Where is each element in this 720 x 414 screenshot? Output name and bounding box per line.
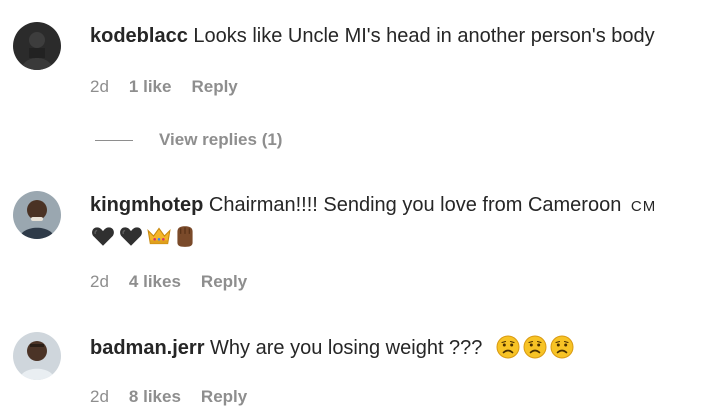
avatar[interactable] [13, 191, 61, 239]
comment-body: badman.jerr Why are you losing weight ??… [90, 334, 712, 362]
raised-fist-emoji [177, 226, 193, 247]
avatar-photo-icon [13, 191, 61, 239]
sad-face-emoji [523, 335, 547, 359]
comment-likes[interactable]: 8 likes [129, 387, 181, 406]
view-replies-button[interactable]: View replies (1) [95, 130, 282, 150]
replies-divider [95, 139, 133, 141]
cameroon-flag-icon: CM [630, 198, 657, 215]
comment-text: Looks like Uncle MI's head in another pe… [193, 25, 655, 47]
reply-button[interactable]: Reply [191, 77, 237, 96]
comment-meta: 2d 4 likes Reply [90, 271, 267, 293]
sad-face-emoji [496, 335, 520, 359]
reply-button[interactable]: Reply [201, 387, 247, 406]
avatar[interactable] [13, 22, 61, 70]
comment-time[interactable]: 2d [90, 77, 109, 96]
comment-text: Why are you losing weight ??? [210, 337, 483, 359]
comment-text: Chairman!!!! Sending you love from Camer… [208, 194, 622, 216]
avatar-photo-icon [13, 332, 61, 380]
comment-emojis [90, 221, 712, 251]
reply-button[interactable]: Reply [201, 272, 247, 291]
comment-body: kingmhotep Chairman!!!! Sending you love… [90, 191, 712, 221]
avatar-photo-icon [13, 22, 61, 70]
sad-face-emoji [550, 335, 574, 359]
comment-emojis [496, 335, 574, 359]
comment-username[interactable]: badman.jerr [90, 337, 204, 359]
comment-time[interactable]: 2d [90, 272, 109, 291]
comment-likes[interactable]: 4 likes [129, 272, 181, 291]
black-heart-emoji [120, 227, 142, 246]
avatar[interactable] [13, 332, 61, 380]
view-replies-label: View replies (1) [159, 130, 283, 149]
comment-meta: 2d 1 like Reply [90, 76, 258, 98]
comment-meta: 2d 8 likes Reply [90, 386, 267, 408]
comment-username[interactable]: kodeblacc [90, 25, 188, 47]
comment-username[interactable]: kingmhotep [90, 194, 203, 216]
black-heart-emoji [92, 227, 114, 246]
comment-body: kodeblacc Looks like Uncle MI's head in … [90, 22, 712, 50]
comment-time[interactable]: 2d [90, 387, 109, 406]
comment-likes[interactable]: 1 like [129, 77, 172, 96]
crown-emoji [147, 227, 171, 245]
